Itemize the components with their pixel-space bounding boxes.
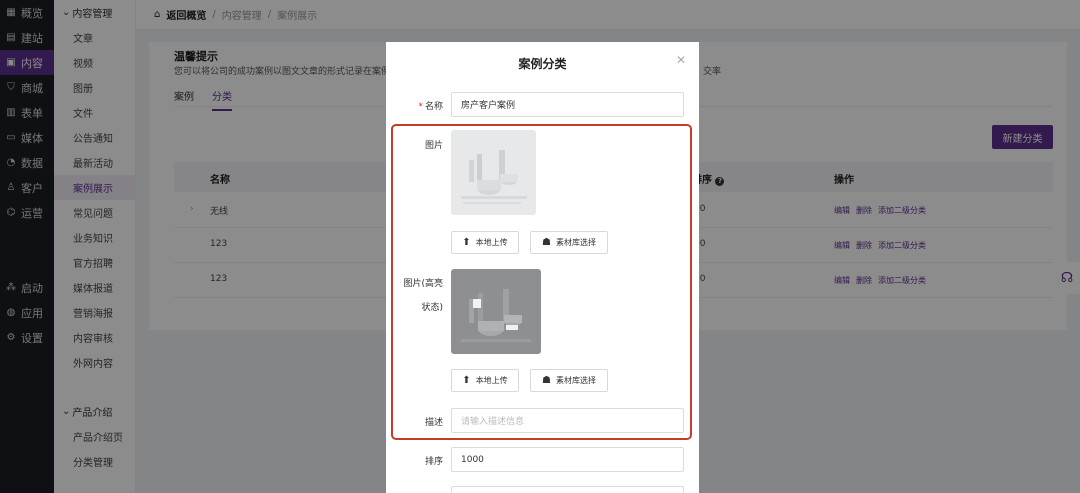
image-label: 图片 <box>424 141 443 151</box>
local-upload-button-1[interactable]: ⬆ 本地上传 <box>451 231 519 254</box>
modal-title: 案例分类 <box>518 57 567 71</box>
library-select-button-1[interactable]: ☗ 素材库选择 <box>530 231 608 254</box>
image-highlight-label-line2: 状态) <box>421 303 443 313</box>
name-input[interactable]: 房产客户案例 <box>451 92 684 117</box>
library-icon: ☗ <box>542 375 551 386</box>
description-label: 描述 <box>424 418 443 428</box>
library-select-button-2[interactable]: ☗ 素材库选择 <box>530 369 608 392</box>
upload-icon: ⬆ <box>462 237 471 248</box>
name-label: * 名称 <box>418 102 443 112</box>
next-field-input[interactable] <box>451 486 684 493</box>
image-highlight-thumbnail[interactable] <box>451 269 541 354</box>
sort-input[interactable]: 1000 <box>451 447 684 472</box>
category-modal: 案例分类 ✕ * 名称 房产客户案例 图片 ⬆ 本地上传 ☗ 素材库选择 图片(高亮 … <box>386 42 699 493</box>
library-icon: ☗ <box>542 237 551 248</box>
close-icon[interactable]: ✕ <box>676 53 686 67</box>
image-thumbnail[interactable] <box>451 130 536 215</box>
description-input[interactable]: 请输入描述信息 <box>451 408 684 433</box>
sort-label: 排序 <box>424 457 443 467</box>
image-highlight-label-line1: 图片(高亮 <box>403 279 443 289</box>
upload-icon: ⬆ <box>462 375 471 386</box>
local-upload-button-2[interactable]: ⬆ 本地上传 <box>451 369 519 392</box>
